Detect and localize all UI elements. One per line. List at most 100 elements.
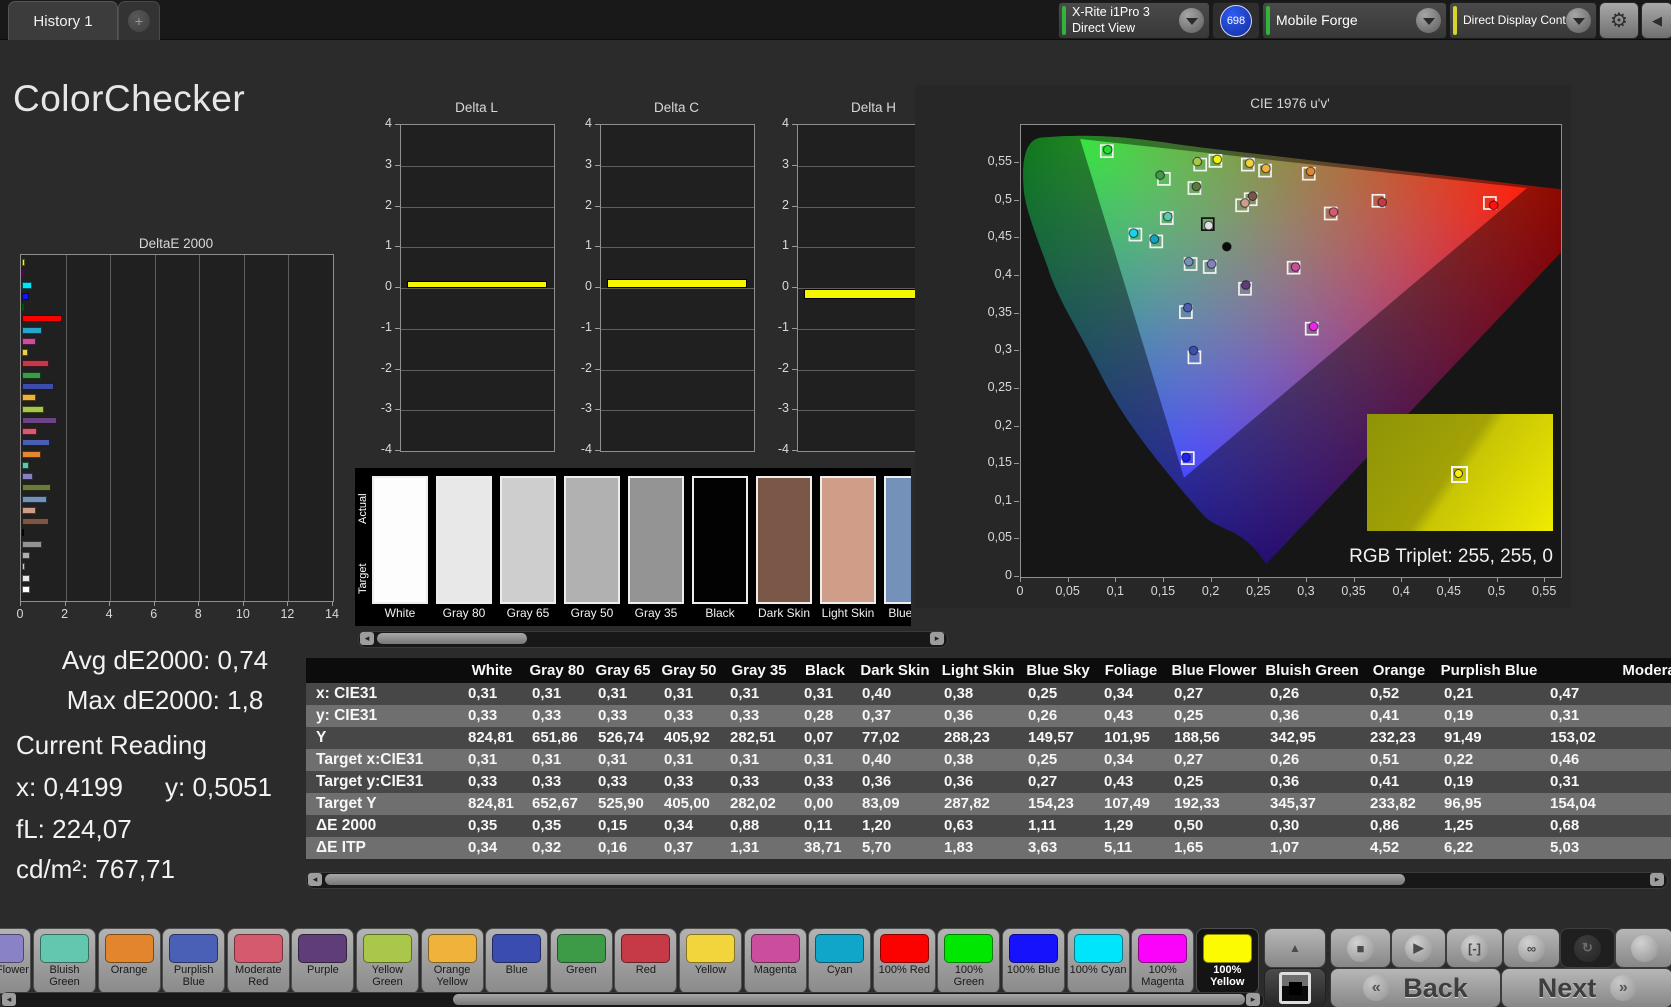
pattern-button-green[interactable]: Green xyxy=(549,928,613,994)
scroll-right-arrow[interactable]: ▸ xyxy=(930,632,944,645)
x-axis-label: 0,3 xyxy=(1297,584,1315,598)
meter-dropdown[interactable]: X-Rite i1Pro 3 Direct View xyxy=(1058,2,1210,39)
table-cell: 0,31 xyxy=(532,685,562,702)
delta-bar xyxy=(607,279,747,288)
scroll-left-arrow[interactable]: ◂ xyxy=(2,993,16,1006)
pattern-button-cyan[interactable]: Cyan xyxy=(808,928,872,994)
axis-tick xyxy=(1014,350,1019,352)
deltae-bar xyxy=(22,529,25,537)
pattern-button-magenta[interactable]: Magenta xyxy=(743,928,807,994)
source-dropdown[interactable]: Mobile Forge xyxy=(1262,2,1447,39)
pattern-button-moderate-red[interactable]: Moderate Red xyxy=(226,928,290,994)
delta-c-chart xyxy=(600,124,755,452)
axis-tick xyxy=(792,327,797,329)
axis-tick xyxy=(395,164,400,166)
table-cell: 0,31 xyxy=(1550,773,1580,790)
table-scrollbar[interactable]: ◂ ▸ xyxy=(306,872,1668,889)
loop-infinity-button[interactable]: ∞ xyxy=(1503,928,1560,968)
y-axis-label: 0 xyxy=(585,279,592,293)
axis-tick xyxy=(1014,237,1019,239)
meter-badge-box: 698 xyxy=(1212,2,1260,39)
pattern-button-100-magenta[interactable]: 100% Magenta xyxy=(1131,928,1195,994)
y-axis-label: -2 xyxy=(380,360,392,375)
cdm2-readout: cd/m²: 767,71 xyxy=(16,854,175,884)
y-axis-label: -3 xyxy=(777,401,789,416)
table-cell: 0,40 xyxy=(862,685,892,702)
pattern-label: Orange xyxy=(110,964,148,976)
next-button[interactable]: Next » xyxy=(1501,968,1671,1007)
strip-patch-target xyxy=(758,540,810,602)
scroll-right-arrow[interactable]: ▸ xyxy=(1246,993,1260,1006)
strip-patch-label: Blue Sky xyxy=(888,606,911,620)
chevron-down-icon[interactable] xyxy=(1179,8,1204,33)
deltae-bar xyxy=(22,382,55,390)
table-cell: 287,82 xyxy=(944,795,990,812)
strip-scrollbar[interactable]: ◂ ▸ xyxy=(358,631,948,648)
collapse-panel-button[interactable]: ◀ xyxy=(1641,2,1671,39)
scroll-left-arrow[interactable]: ◂ xyxy=(360,632,374,645)
page-up-button[interactable]: ▲ xyxy=(1264,928,1326,968)
column-header: Gray 65 xyxy=(595,662,651,679)
pattern-button-purplish-blue[interactable]: Purplish Blue xyxy=(162,928,226,994)
scroll-thumb[interactable] xyxy=(325,874,1405,885)
table-cell: 0,16 xyxy=(598,839,628,856)
strip-patch-actual xyxy=(694,478,746,540)
pattern-swatch xyxy=(427,934,477,963)
scroll-left-arrow[interactable]: ◂ xyxy=(308,873,322,886)
delta-c-title: Delta C xyxy=(653,100,699,115)
gridline xyxy=(601,247,754,249)
scroll-thumb[interactable] xyxy=(377,633,527,644)
table-cell: 0,31 xyxy=(730,751,760,768)
gridline xyxy=(601,165,754,167)
pattern-button-blue-flower[interactable]: Blue Flower xyxy=(0,928,32,994)
chevron-down-icon[interactable] xyxy=(1566,8,1591,33)
play-button[interactable]: ▶ xyxy=(1391,928,1446,968)
back-button[interactable]: « Back xyxy=(1330,968,1501,1007)
pattern-button-100-green[interactable]: 100% Green xyxy=(937,928,1001,994)
stop-button[interactable]: ■ xyxy=(1330,928,1391,968)
gridline xyxy=(401,328,554,330)
table-cell: 0,31 xyxy=(598,685,628,702)
pattern-button-orange[interactable]: Orange xyxy=(97,928,161,994)
pattern-button-100-red[interactable]: 100% Red xyxy=(872,928,936,994)
scroll-thumb[interactable] xyxy=(453,994,1245,1005)
pattern-button-100-blue[interactable]: 100% Blue xyxy=(1002,928,1065,994)
blank-button[interactable] xyxy=(1615,928,1671,968)
new-tab-button[interactable]: + xyxy=(118,1,160,40)
pattern-button-100-cyan[interactable]: 100% Cyan xyxy=(1066,928,1130,994)
y-axis-label: -1 xyxy=(580,319,592,334)
pattern-button-blue[interactable]: Blue xyxy=(485,928,549,994)
axis-tick xyxy=(395,205,400,207)
deltae-bar xyxy=(22,270,24,278)
pattern-window-button[interactable]: [-] xyxy=(1446,928,1503,968)
y-axis-label: 3 xyxy=(585,156,592,171)
table-cell: 0,35 xyxy=(532,817,562,834)
scroll-right-arrow[interactable]: ▸ xyxy=(1650,873,1664,886)
strip-patch-actual xyxy=(438,478,490,540)
refresh-button[interactable]: ↻ xyxy=(1560,928,1615,968)
page-title: ColorChecker xyxy=(13,78,246,119)
source-status-bar xyxy=(1266,6,1270,35)
pattern-bar-scrollbar[interactable]: ◂ ▸ xyxy=(0,992,1264,1007)
pattern-button-red[interactable]: Red xyxy=(614,928,678,994)
table-cell: 0,33 xyxy=(532,773,562,790)
pattern-button-yellow[interactable]: Yellow xyxy=(679,928,742,994)
pattern-swatch xyxy=(492,934,542,963)
row-label: Target Y xyxy=(316,795,377,812)
tab-history-1[interactable]: History 1 xyxy=(8,1,118,40)
pattern-button-yellow-green[interactable]: Yellow Green xyxy=(356,928,419,994)
x-axis-label: 0,45 xyxy=(1436,584,1462,598)
y-axis-label: 0,35 xyxy=(987,304,1012,319)
pattern-button-bluish-green[interactable]: Bluish Green xyxy=(33,928,96,994)
pattern-button-purple[interactable]: Purple xyxy=(291,928,355,994)
axis-tick xyxy=(1067,577,1069,582)
pattern-button-orange-yellow[interactable]: Orange Yellow xyxy=(420,928,484,994)
display-control-dropdown[interactable]: Direct Display Control xyxy=(1449,2,1597,39)
strip-patch-target xyxy=(630,540,682,602)
table-cell: 405,92 xyxy=(664,729,710,746)
pattern-swatch xyxy=(1138,934,1188,963)
pattern-button-100-yellow[interactable]: 100% Yellow xyxy=(1195,928,1259,994)
pattern-window-toggle-button[interactable] xyxy=(1264,968,1326,1007)
settings-button[interactable]: ⚙ xyxy=(1599,2,1639,39)
chevron-down-icon[interactable] xyxy=(1416,8,1441,33)
